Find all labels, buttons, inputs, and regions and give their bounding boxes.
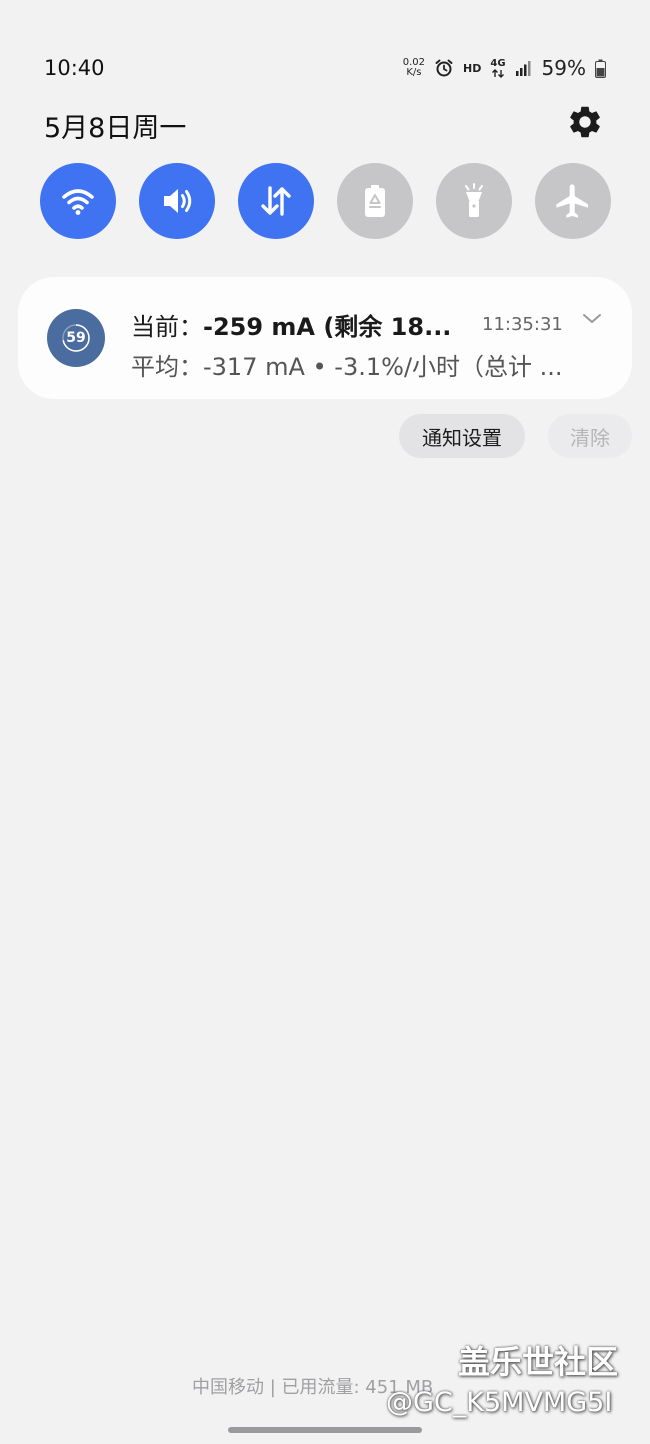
clear-button[interactable]: 清除: [548, 414, 632, 458]
gear-icon: [570, 106, 600, 138]
toggle-sound[interactable]: [139, 163, 215, 239]
status-indicators: 0.02 K/s HD 4G 59%: [403, 55, 606, 81]
wifi-icon: [62, 189, 94, 215]
notification-title-value: -259 mA (剩余 18...: [203, 313, 452, 341]
notification-title-label: 当前：: [131, 313, 203, 341]
home-indicator[interactable]: [228, 1427, 422, 1433]
toggle-airplane-mode[interactable]: [535, 163, 611, 239]
watermark-user-id: @GC_K5MVMG5I: [386, 1387, 613, 1418]
quick-settings-toggles: [40, 163, 611, 239]
flashlight-icon: [465, 183, 483, 217]
notification-expand-button[interactable]: [580, 309, 604, 329]
toggle-flashlight[interactable]: [436, 163, 512, 239]
alarm-icon: [435, 59, 453, 77]
notification-card[interactable]: 59 当前：-259 mA (剩余 18... 11:35:31 平均：-317…: [18, 277, 632, 399]
data-arrows-icon: [261, 186, 291, 216]
network-type-label: 4G: [490, 57, 506, 69]
status-time: 10:40: [44, 56, 105, 80]
toggle-mobile-data[interactable]: [238, 163, 314, 239]
battery-icon: [595, 59, 606, 78]
notification-body: 平均：-317 mA • -3.1%/小时（总计 ...: [131, 353, 563, 381]
network-speed: 0.02 K/s: [403, 58, 425, 78]
network-type-badge: 4G: [490, 57, 506, 78]
chevron-down-icon: [583, 314, 601, 323]
app-icon: 59: [47, 309, 105, 367]
notification-time: 11:35:31: [482, 314, 563, 335]
network-speed-unit: K/s: [406, 67, 422, 78]
app-icon-text: 59: [66, 330, 86, 346]
toggle-power-saving[interactable]: [337, 163, 413, 239]
date-text: 5月8日周一: [44, 113, 187, 144]
battery-recycle-icon: [365, 185, 385, 217]
settings-button[interactable]: [566, 103, 604, 141]
notification-settings-button[interactable]: 通知设置: [399, 414, 525, 458]
notification-title: 当前：-259 mA (剩余 18...: [131, 307, 461, 342]
speaker-icon: [164, 189, 192, 213]
cellular-signal-icon: [515, 61, 531, 76]
toggle-wifi[interactable]: [40, 163, 116, 239]
data-activity-icon: [491, 68, 504, 78]
airplane-icon: [556, 184, 588, 218]
battery-percent: 59%: [541, 56, 586, 80]
hd-voice-badge: HD: [463, 61, 482, 75]
watermark-site-name: 盖乐世社区: [458, 1343, 619, 1381]
